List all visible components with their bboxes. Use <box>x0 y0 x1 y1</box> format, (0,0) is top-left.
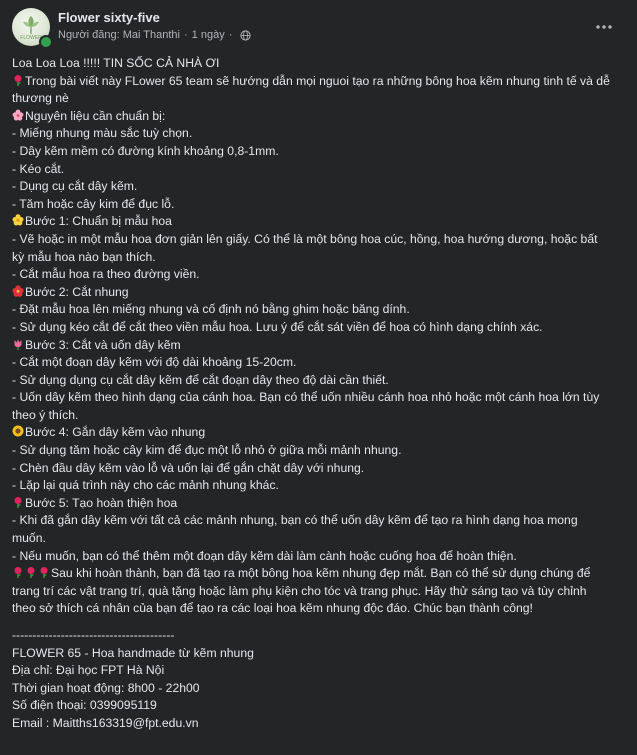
step-5-item: - Nếu muốn, bạn có thể thêm một đoạn dây… <box>12 548 517 563</box>
post-meta: Người đăng: Mai Thanthi · 1 ngày · <box>58 29 251 41</box>
footer-brand: FLOWER 65 - Hoa handmade từ kẽm nhung <box>12 645 254 660</box>
closing-text: Sau khi hoàn thành, bạn đã tạo ra một bô… <box>12 566 591 616</box>
post-intro-headline: Loa Loa Loa !!!!! TIN SỐC CẢ NHÀ ƠI <box>12 56 220 70</box>
step-2-title: Bước 2: Cắt nhung <box>25 284 129 299</box>
step-4-item: - Chèn đầu dây kẽm vào lỗ và uốn lại để … <box>12 460 365 475</box>
rose-emoji <box>14 496 22 508</box>
blossom-emoji <box>12 214 24 226</box>
footer-divider: ---------------------------------------- <box>12 628 175 642</box>
tulip-emoji <box>14 339 22 350</box>
post-content: Loa Loa Loa !!!!! TIN SỐC CẢ NHÀ ƠI Tron… <box>12 55 612 733</box>
step-3-heading: Bước 3: Cắt và uốn dây kẽm <box>12 337 612 355</box>
material-item: - Kéo cắt. <box>12 161 65 176</box>
meta-separator: · <box>184 29 188 41</box>
online-status-indicator <box>39 35 53 49</box>
step-5-title: Bước 5: Tạo hoàn thiện hoa <box>25 495 178 510</box>
sunflower-emoji <box>12 425 24 437</box>
step-4-title: Bước 4: Gắn dây kẽm vào nhung <box>25 425 206 440</box>
step-3-item: - Uốn dây kẽm theo hình dạng của cánh ho… <box>12 390 600 422</box>
facebook-post: FLOWER Flower sixty-five Người đăng: Mai… <box>0 0 637 755</box>
rose-emoji <box>27 567 35 579</box>
meta-separator: · <box>228 29 233 41</box>
step-4-item: - Lặp lại quá trình này cho các mảnh nhu… <box>12 478 279 493</box>
post-time-link[interactable]: 1 ngày <box>192 29 225 41</box>
step-2-heading: Bước 2: Cắt nhung <box>12 284 612 302</box>
hibiscus-emoji <box>12 284 24 297</box>
material-item: - Tăm hoặc cây kim để đục lỗ. <box>12 196 175 211</box>
step-5-heading: Bước 5: Tạo hoàn thiện hoa <box>12 495 612 513</box>
rose-emoji <box>40 567 48 579</box>
step-3-title: Bước 3: Cắt và uốn dây kẽm <box>25 337 181 352</box>
step-1-heading: Bước 1: Chuẩn bị mẫu hoa <box>12 213 612 231</box>
intro-text: Trong bài viết này FLower 65 team sẽ hướ… <box>12 73 610 106</box>
step-4-item: - Sử dụng tăm hoặc cây kim để đục một lỗ… <box>12 443 402 458</box>
cherry-blossom-emoji <box>12 109 24 121</box>
more-options-button[interactable] <box>591 14 617 40</box>
rose-emoji <box>14 74 22 86</box>
material-item: - Dụng cụ cắt dây kẽm. <box>12 179 138 194</box>
post-header: FLOWER Flower sixty-five Người đăng: Mai… <box>12 8 625 49</box>
step-2-item: - Sử dụng kéo cắt để cắt theo viền mẫu h… <box>12 319 543 334</box>
step-4-heading: Bước 4: Gắn dây kẽm vào nhung <box>12 424 612 442</box>
materials-heading: Nguyên liệu cần chuẩn bị: <box>12 108 612 126</box>
step-1-title: Bước 1: Chuẩn bị mẫu hoa <box>25 214 172 229</box>
page-name-link[interactable]: Flower sixty-five <box>58 10 160 25</box>
closing-paragraph: Sau khi hoàn thành, bạn đã tạo ra một bô… <box>12 565 612 618</box>
more-horizontal-icon <box>596 25 612 29</box>
step-3-item: - Cắt một đoạn dây kẽm với độ dài khoảng… <box>12 355 297 370</box>
material-item: - Dây kẽm mềm có đường kính khoảng 0,8-1… <box>12 143 279 158</box>
step-1-item: - Vẽ hoặc in một mẫu hoa đơn giản lên gi… <box>12 231 598 264</box>
post-intro-paragraph: Trong bài viết này FLower 65 team sẽ hướ… <box>12 73 612 108</box>
footer-hours: Thời gian hoạt động: 8h00 - 22h00 <box>12 680 200 695</box>
rose-emoji <box>14 567 22 579</box>
globe-icon[interactable] <box>240 29 251 41</box>
step-5-item: - Khi đã gắn dây kẽm với tất cả các mảnh… <box>12 513 578 546</box>
material-item: - Miếng nhung màu sắc tuỳ chọn. <box>12 126 193 141</box>
step-1-item: - Cắt mẫu hoa ra theo đường viền. <box>12 267 200 282</box>
posted-by-label: Người đăng: Mai Thanthi <box>58 29 180 41</box>
footer-email: Email : Maitths163319@fpt.edu.vn <box>12 715 199 730</box>
footer-address: Địa chỉ: Đại học FPT Hà Nội <box>12 663 165 678</box>
step-3-item: - Sử dụng dụng cụ cắt dây kẽm để cắt đoạ… <box>12 372 389 387</box>
step-2-item: - Đặt mẫu hoa lên miếng nhung và cố định… <box>12 302 410 317</box>
materials-title: Nguyên liệu cần chuẩn bị: <box>25 108 166 123</box>
footer-phone: Số điện thoại: 0399095119 <box>12 698 157 713</box>
